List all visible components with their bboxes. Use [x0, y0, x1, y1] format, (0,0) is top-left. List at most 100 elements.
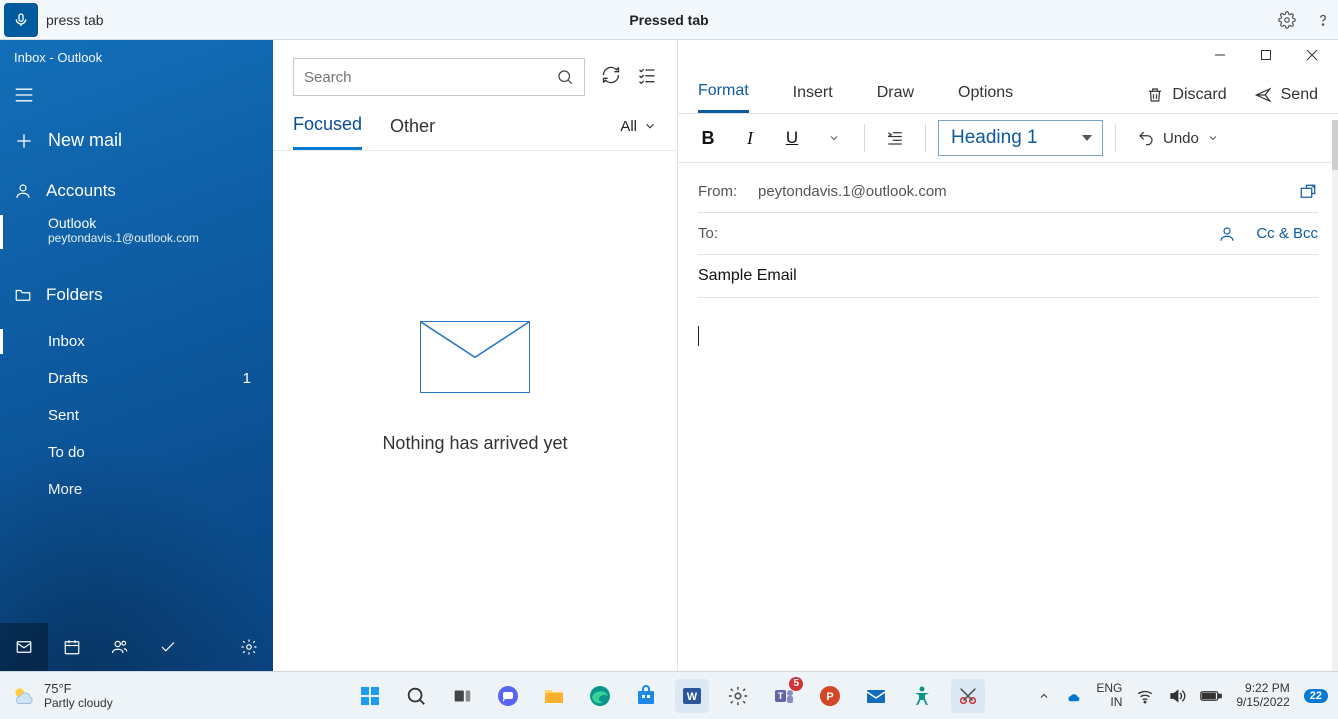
chat-button[interactable]	[491, 679, 525, 713]
word-button[interactable]: W	[675, 679, 709, 713]
minimize-button[interactable]	[1214, 48, 1226, 66]
close-icon	[1306, 49, 1318, 61]
snip-icon	[957, 685, 979, 707]
underline-button[interactable]: U	[774, 120, 810, 156]
send-button[interactable]: Send	[1253, 86, 1318, 104]
folder-todo[interactable]: To do	[0, 434, 273, 471]
select-mode-button[interactable]	[637, 65, 657, 90]
undo-icon	[1137, 129, 1155, 147]
italic-button[interactable]: I	[732, 120, 768, 156]
sync-button[interactable]	[601, 65, 621, 90]
settings-gear-icon[interactable]	[1278, 11, 1296, 29]
edge-button[interactable]	[583, 679, 617, 713]
store-icon	[634, 684, 658, 708]
tab-format[interactable]: Format	[698, 82, 749, 113]
system-tray: ENG IN 9:22 PM 9/15/2022 22	[1038, 682, 1328, 710]
accessibility-icon	[910, 684, 934, 708]
nav-todo[interactable]	[144, 623, 192, 671]
nav-mail[interactable]	[0, 623, 48, 671]
subject-input[interactable]: Sample Email	[698, 255, 1318, 298]
chevron-down-icon	[1207, 132, 1219, 144]
compose-fields: From: peytondavis.1@outlook.com To: Cc &…	[678, 163, 1338, 298]
chevron-down-icon	[643, 119, 657, 133]
close-button[interactable]	[1306, 48, 1318, 66]
hamburger-button[interactable]	[0, 75, 273, 116]
folder-icon	[542, 684, 566, 708]
folders-header[interactable]: Folders	[0, 273, 273, 313]
discard-button[interactable]: Discard	[1146, 86, 1226, 104]
search-input[interactable]	[293, 58, 585, 96]
accounts-header[interactable]: Accounts	[0, 169, 273, 209]
from-value[interactable]: peytondavis.1@outlook.com	[758, 183, 947, 200]
voice-status-text: Pressed tab	[629, 12, 708, 28]
wifi-icon[interactable]	[1136, 687, 1154, 705]
email-body[interactable]	[678, 298, 1338, 671]
mail-icon	[864, 684, 888, 708]
start-button[interactable]	[353, 679, 387, 713]
window-controls	[678, 40, 1338, 74]
volume-icon[interactable]	[1168, 687, 1186, 705]
explorer-button[interactable]	[537, 679, 571, 713]
tab-options[interactable]: Options	[958, 84, 1013, 112]
snip-button[interactable]	[951, 679, 985, 713]
undo-button[interactable]: Undo	[1128, 120, 1228, 156]
settings-app-button[interactable]	[721, 679, 755, 713]
battery-icon[interactable]	[1200, 689, 1222, 703]
contacts-icon[interactable]	[1218, 225, 1236, 243]
help-icon[interactable]	[1314, 11, 1332, 29]
weather-widget[interactable]: 75°F Partly cloudy	[10, 681, 113, 710]
people-icon	[110, 638, 130, 656]
paragraph-button[interactable]	[877, 120, 913, 156]
windows-icon	[358, 684, 382, 708]
weather-desc: Partly cloudy	[44, 696, 113, 710]
font-more-button[interactable]	[816, 120, 852, 156]
notification-badge[interactable]: 22	[1304, 689, 1328, 703]
tab-focused[interactable]: Focused	[293, 114, 362, 150]
maximize-button[interactable]	[1260, 48, 1272, 66]
mic-button[interactable]	[4, 3, 38, 37]
svg-text:W: W	[687, 691, 698, 703]
search-icon[interactable]	[556, 68, 574, 86]
taskview-button[interactable]	[445, 679, 479, 713]
nav-settings[interactable]	[225, 623, 273, 671]
nav-people[interactable]	[96, 623, 144, 671]
clock[interactable]: 9:22 PM 9/15/2022	[1236, 682, 1289, 710]
empty-message: Nothing has arrived yet	[382, 433, 567, 454]
mail-app-button[interactable]	[859, 679, 893, 713]
search-button[interactable]	[399, 679, 433, 713]
search-field[interactable]	[304, 69, 556, 86]
chat-icon	[496, 684, 520, 708]
filter-dropdown[interactable]: All	[620, 118, 657, 147]
teams-badge: 5	[789, 677, 803, 691]
tray-overflow-icon[interactable]	[1038, 690, 1050, 702]
sync-icon	[601, 65, 621, 85]
language-indicator[interactable]: ENG IN	[1096, 682, 1122, 710]
folder-sent[interactable]: Sent	[0, 397, 273, 434]
style-dropdown[interactable]: Heading 1	[938, 120, 1103, 156]
folder-icon	[14, 286, 32, 304]
onedrive-icon[interactable]	[1064, 687, 1082, 705]
account-item[interactable]: Outlook peytondavis.1@outlook.com	[0, 209, 273, 255]
tab-other[interactable]: Other	[390, 116, 435, 149]
tab-draw[interactable]: Draw	[877, 84, 914, 112]
popout-icon[interactable]	[1298, 183, 1318, 201]
folder-more[interactable]: More	[0, 471, 273, 508]
app-title: Inbox - Outlook	[0, 40, 273, 75]
scrollbar[interactable]	[1332, 120, 1338, 671]
cc-bcc-button[interactable]: Cc & Bcc	[1256, 225, 1318, 242]
hamburger-icon	[14, 87, 34, 103]
nav-calendar[interactable]	[48, 623, 96, 671]
store-button[interactable]	[629, 679, 663, 713]
empty-envelope-icon	[420, 321, 530, 393]
voice-input-text: press tab	[46, 12, 104, 28]
powerpoint-button[interactable]: P	[813, 679, 847, 713]
tab-insert[interactable]: Insert	[793, 84, 833, 112]
folder-drafts[interactable]: Drafts 1	[0, 360, 273, 397]
teams-button[interactable]: T 5	[767, 679, 801, 713]
trash-icon	[1146, 86, 1164, 104]
folder-inbox[interactable]: Inbox	[0, 323, 273, 360]
to-row[interactable]: To: Cc & Bcc	[698, 213, 1318, 255]
accessibility-button[interactable]	[905, 679, 939, 713]
new-mail-button[interactable]: New mail	[0, 116, 273, 169]
bold-button[interactable]: B	[690, 120, 726, 156]
